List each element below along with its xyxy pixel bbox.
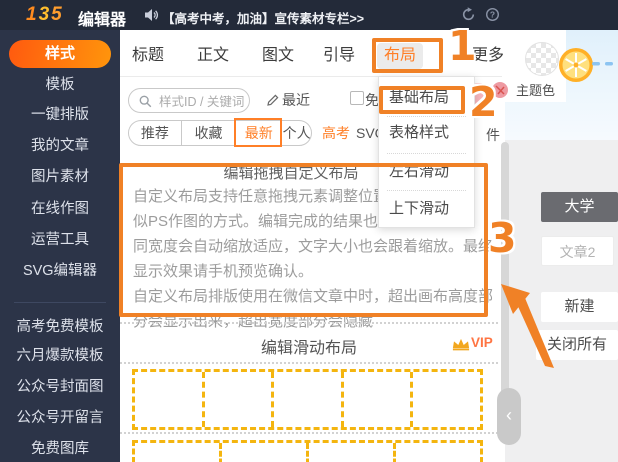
search-input[interactable]	[157, 91, 247, 112]
menu-item-table-style[interactable]: 表格样式	[389, 120, 449, 146]
logo-text[interactable]: 编辑器	[78, 6, 126, 30]
separator	[120, 362, 498, 364]
recent-button[interactable]: 最近	[282, 90, 310, 110]
tab-more[interactable]: 更多	[472, 45, 504, 67]
sidebar-item-styles[interactable]: 样式	[9, 40, 111, 68]
sidebar-item-svg-editor[interactable]: SVG编辑器	[0, 261, 120, 281]
lemon-illustration	[559, 48, 593, 82]
style-card-line: 自定义布局排版使用在微信文章中时，超出画布高度部	[133, 288, 494, 305]
slide-cell	[219, 443, 306, 462]
category-tab-university[interactable]: 大学	[541, 192, 618, 222]
style-card-line: 显示效果请手机预览确认。	[133, 263, 314, 280]
filter-favorites[interactable]: 收藏	[180, 121, 236, 145]
app-window: 135 编辑器 【高考中考，加油】宣传素材专栏>> ? 样式 模板 一键排版 我…	[0, 0, 618, 462]
sidebar-item-official-account-messages[interactable]: 公众号开留言	[0, 408, 120, 428]
top-bar: 135 编辑器 【高考中考，加油】宣传素材专栏>> ?	[0, 0, 618, 30]
search-icon	[139, 95, 152, 108]
menu-item-vertical-slide[interactable]: 上下滑动	[389, 196, 449, 222]
separator	[120, 322, 498, 324]
tag-gaokao[interactable]: 高考	[322, 123, 350, 143]
sidebar-item-official-account-covers[interactable]: 公众号封面图	[0, 377, 120, 397]
vip-badge: VIP	[471, 335, 493, 350]
slide-cell	[340, 372, 411, 427]
sidebar-item-one-click-layout[interactable]: 一键排版	[0, 105, 120, 125]
slide-cell	[410, 372, 480, 427]
collapse-panel-handle[interactable]: ‹	[497, 388, 521, 445]
sidebar-divider	[14, 302, 106, 303]
pencil-icon	[267, 94, 279, 106]
menu-item-horizontal-slide[interactable]: 左右滑动	[389, 159, 449, 185]
tab-title[interactable]: 标题	[132, 45, 164, 67]
annotation-arrow	[501, 284, 554, 368]
sidebar-item-operation-tools[interactable]: 运营工具	[0, 230, 120, 250]
theme-color-swatch[interactable]	[525, 42, 559, 76]
slide-cell	[135, 443, 219, 462]
filter-personal[interactable]: 个人	[281, 121, 311, 145]
help-icon[interactable]: ?	[485, 7, 500, 22]
style-card-line: 同宽度会自动缩放适应，文字大小也会跟着缩放。最终	[133, 238, 494, 255]
free-checkbox[interactable]	[350, 91, 364, 105]
article-tab[interactable]: 文章2	[541, 236, 614, 266]
logo[interactable]: 135	[26, 4, 64, 26]
dashed-line-decor	[592, 62, 613, 66]
menu-separator	[387, 153, 466, 154]
sidebar: 样式 模板 一键排版 我的文章 图片素材 在线作图 运营工具 SVG编辑器 高考…	[0, 30, 120, 462]
slide-card-title: 编辑滑动布局	[260, 340, 357, 357]
crown-icon	[452, 338, 470, 351]
separator	[120, 432, 498, 434]
svg-text:?: ?	[490, 9, 495, 19]
tab-image-text[interactable]: 图文	[262, 45, 294, 67]
slide-layout-row-2[interactable]	[132, 440, 483, 462]
chevron-left-icon: ‹	[506, 405, 512, 425]
announcement-link[interactable]: 【高考中考，加油】宣传素材专栏>>	[162, 8, 364, 27]
logo-digit: 5	[51, 4, 64, 25]
sidebar-item-june-hot-templates[interactable]: 六月爆款模板	[0, 346, 120, 366]
slide-cell	[306, 443, 393, 462]
tab-guide[interactable]: 引导	[323, 45, 355, 67]
sidebar-item-my-articles[interactable]: 我的文章	[0, 136, 120, 156]
logo-digit: 3	[38, 4, 52, 25]
tab-layout[interactable]: 布局	[377, 43, 423, 69]
sidebar-item-online-drawing[interactable]: 在线作图	[0, 199, 120, 219]
refresh-icon[interactable]	[461, 7, 476, 22]
slide-layout-row-1[interactable]	[132, 369, 483, 430]
filter-segments: 推荐 收藏 最新 个人	[128, 120, 312, 146]
menu-separator	[387, 190, 466, 191]
layout-dropdown-menu: 基础布局 表格样式 左右滑动 上下滑动	[378, 76, 475, 228]
menu-item-basic-layout[interactable]: 基础布局	[389, 85, 449, 111]
filter-recommend[interactable]: 推荐	[129, 121, 181, 145]
slide-cell	[393, 443, 480, 462]
menu-separator	[387, 116, 466, 117]
sidebar-item-free-image-library[interactable]: 免费图库	[0, 439, 120, 459]
slide-cell	[271, 372, 341, 427]
slide-cell	[135, 372, 202, 427]
speaker-icon	[145, 9, 159, 21]
filter-newest-active-box	[234, 118, 282, 147]
sidebar-item-templates[interactable]: 模板	[0, 75, 120, 95]
logo-digit: 1	[26, 4, 39, 25]
sidebar-item-gaokao-free-templates[interactable]: 高考免费模板	[0, 317, 120, 337]
search-box[interactable]	[128, 88, 250, 113]
slide-cell	[201, 372, 272, 427]
tab-body[interactable]: 正文	[197, 45, 229, 67]
tag-partial[interactable]: 件	[486, 125, 500, 145]
sidebar-item-image-assets[interactable]: 图片素材	[0, 167, 120, 187]
